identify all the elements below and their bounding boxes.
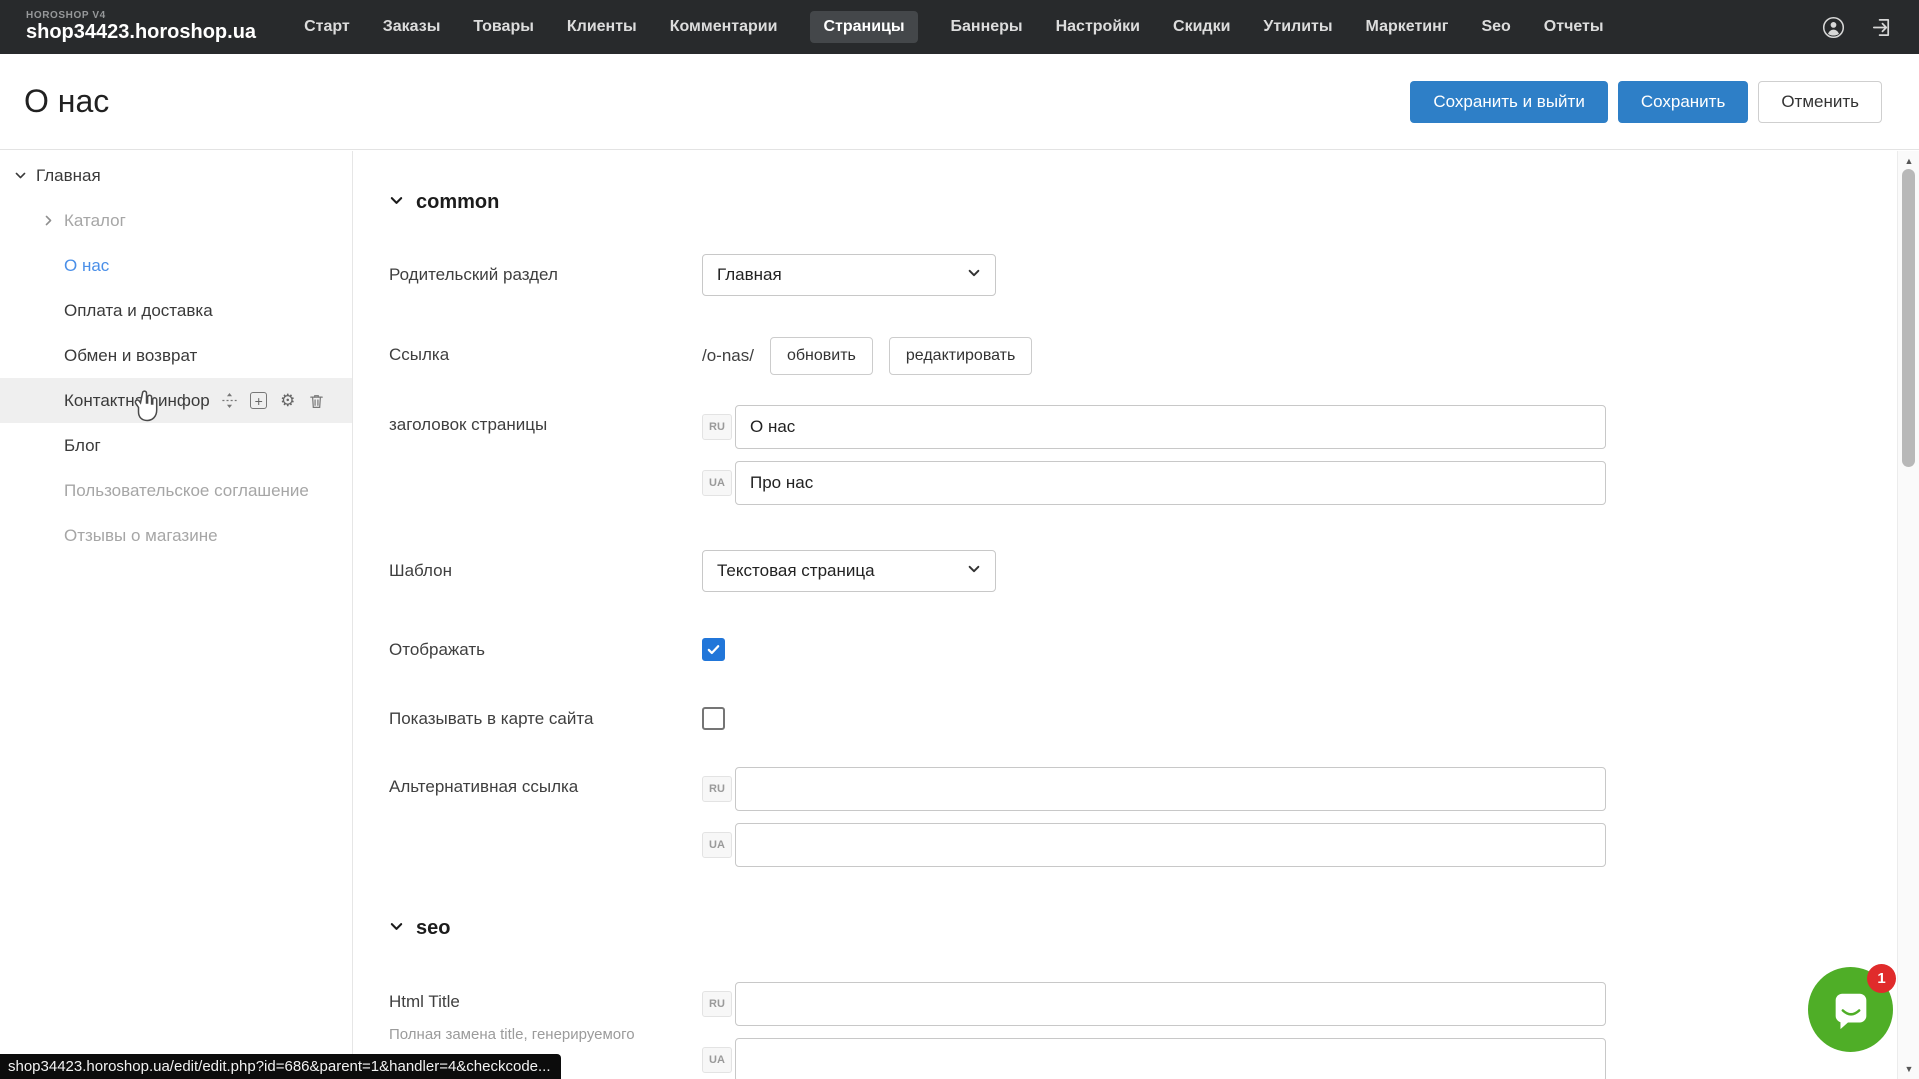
template-value: Текстовая страница: [717, 561, 875, 581]
menu-item-discounts[interactable]: Скидки: [1173, 11, 1230, 43]
sidebar-item-label: Обмен и возврат: [64, 346, 197, 366]
scroll-up-arrow-icon[interactable]: ▲: [1898, 153, 1919, 169]
lang-ru-badge: RU: [702, 414, 732, 440]
delete-trash-icon[interactable]: [307, 391, 327, 411]
page-title-ua-input[interactable]: [735, 461, 1606, 505]
template-select[interactable]: Текстовая страница: [702, 550, 996, 592]
scroll-down-arrow-icon[interactable]: ▼: [1898, 1061, 1919, 1077]
sidebar-item-label: Отзывы о магазине: [64, 526, 218, 546]
template-label: Шаблон: [389, 561, 702, 581]
menu-item-start[interactable]: Старт: [304, 11, 350, 43]
scrollbar-thumb[interactable]: [1902, 169, 1915, 467]
sidebar-item-oplata-i-dostavka[interactable]: Оплата и доставка: [0, 288, 352, 333]
sidebar-item-label: Контактная инфор: [64, 391, 210, 411]
parent-section-select[interactable]: Главная: [702, 254, 996, 296]
cancel-button[interactable]: Отменить: [1758, 81, 1882, 123]
lang-ua-badge: UA: [702, 832, 732, 858]
sitemap-label: Показывать в карте сайта: [389, 709, 702, 729]
html-title-label: Html Title Полная замена title, генериру…: [389, 982, 702, 1043]
chat-bubble-icon: [1828, 987, 1874, 1033]
save-button[interactable]: Сохранить: [1618, 81, 1748, 123]
link-preview-status-bar: shop34423.horoshop.ua/edit/edit.php?id=6…: [0, 1054, 561, 1079]
top-navigation-bar: HOROSHOP V4 shop34423.horoshop.ua Старт …: [0, 0, 1919, 54]
lang-ua-badge: UA: [702, 1047, 732, 1073]
section-common-title: common: [416, 191, 499, 214]
alt-link-ru-input[interactable]: [735, 767, 1606, 811]
lang-ua-badge: UA: [702, 470, 732, 496]
menu-item-orders[interactable]: Заказы: [383, 11, 441, 43]
move-icon[interactable]: [220, 391, 240, 411]
link-label: Ссылка: [389, 345, 702, 365]
menu-item-comments[interactable]: Комментарии: [670, 11, 778, 43]
link-update-button[interactable]: обновить: [770, 337, 873, 375]
chevron-right-icon[interactable]: [40, 214, 56, 227]
parent-section-value: Главная: [717, 265, 782, 285]
page-title-label: заголовок страницы: [389, 405, 702, 435]
page-header: О нас Сохранить и выйти Сохранить Отмени…: [0, 54, 1919, 150]
sidebar-item-label: Оплата и доставка: [64, 301, 213, 321]
sidebar-item-katalog[interactable]: Каталог: [0, 198, 352, 243]
sidebar-item-label: Каталог: [64, 211, 126, 231]
menu-item-pages[interactable]: Страницы: [810, 11, 917, 43]
menu-item-seo[interactable]: Seo: [1481, 11, 1510, 43]
menu-item-settings[interactable]: Настройки: [1056, 11, 1140, 43]
html-title-ru-input[interactable]: [735, 982, 1606, 1026]
settings-gear-icon[interactable]: ⚙: [278, 391, 298, 411]
html-title-ua-input[interactable]: [735, 1038, 1606, 1079]
page-title-ru-input[interactable]: [735, 405, 1606, 449]
sidebar-item-blog[interactable]: Блог: [0, 423, 352, 468]
sidebar-item-o-nas[interactable]: О нас: [0, 243, 352, 288]
section-seo-header[interactable]: seo: [389, 917, 1897, 940]
alt-link-label: Альтернативная ссылка: [389, 767, 702, 797]
link-edit-button[interactable]: редактировать: [889, 337, 1032, 375]
display-checkbox[interactable]: [702, 638, 725, 661]
chevron-down-icon: [389, 193, 404, 213]
section-seo-title: seo: [416, 917, 450, 940]
chevron-down-icon: [967, 265, 981, 285]
chat-widget-button[interactable]: 1: [1808, 967, 1893, 1052]
sidebar-item-label: О нас: [64, 256, 109, 276]
save-and-exit-button[interactable]: Сохранить и выйти: [1410, 81, 1607, 123]
header-buttons: Сохранить и выйти Сохранить Отменить: [1410, 81, 1882, 123]
add-page-icon[interactable]: +: [249, 391, 269, 411]
topbar-icons: [1821, 15, 1893, 39]
sidebar-item-obmen-i-vozvrat[interactable]: Обмен и возврат: [0, 333, 352, 378]
sitemap-checkbox[interactable]: [702, 707, 725, 730]
chevron-down-icon[interactable]: [12, 169, 28, 182]
brand-domain-label: shop34423.horoshop.ua: [26, 22, 256, 43]
shop-logo[interactable]: HOROSHOP V4 shop34423.horoshop.ua: [26, 11, 256, 43]
menu-item-marketing[interactable]: Маркетинг: [1366, 11, 1449, 43]
page-edit-form: common Родительский раздел Главная Ссылк…: [354, 151, 1897, 1079]
vertical-scrollbar[interactable]: ▲ ▼: [1897, 151, 1919, 1079]
logout-icon[interactable]: [1869, 15, 1893, 39]
sidebar-item-kontaktnaya-informatsiya[interactable]: Контактная инфор + ⚙: [0, 378, 352, 423]
main-menu: Старт Заказы Товары Клиенты Комментарии …: [304, 11, 1603, 43]
html-title-hint: Полная замена title, генерируемого: [389, 1026, 679, 1043]
menu-item-products[interactable]: Товары: [473, 11, 534, 43]
sidebar-item-otzyvy-o-magazine[interactable]: Отзывы о магазине: [0, 513, 352, 558]
alt-link-ua-input[interactable]: [735, 823, 1606, 867]
menu-item-banners[interactable]: Баннеры: [951, 11, 1023, 43]
menu-item-reports[interactable]: Отчеты: [1544, 11, 1604, 43]
lang-ru-badge: RU: [702, 991, 732, 1017]
pages-tree-sidebar: Главная Каталог О нас Оплата и доставка …: [0, 151, 353, 1079]
link-path-value: /o-nas/: [702, 346, 754, 366]
chevron-down-icon: [389, 919, 404, 939]
page-title: О нас: [24, 83, 109, 120]
lang-ru-badge: RU: [702, 776, 732, 802]
sidebar-item-label: Блог: [64, 436, 101, 456]
parent-section-label: Родительский раздел: [389, 265, 702, 285]
chat-unread-badge: 1: [1867, 964, 1896, 993]
sidebar-item-polzovatelskoe-soglashenie[interactable]: Пользовательское соглашение: [0, 468, 352, 513]
sidebar-item-glavnaya[interactable]: Главная: [0, 153, 352, 198]
display-label: Отображать: [389, 640, 702, 660]
chevron-down-icon: [967, 561, 981, 581]
sidebar-item-label: Главная: [36, 166, 101, 186]
account-icon[interactable]: [1821, 15, 1845, 39]
section-common-header[interactable]: common: [389, 191, 1897, 214]
tree-item-actions: + ⚙: [220, 391, 327, 411]
sidebar-item-label: Пользовательское соглашение: [64, 481, 309, 501]
menu-item-clients[interactable]: Клиенты: [567, 11, 637, 43]
menu-item-utilities[interactable]: Утилиты: [1263, 11, 1332, 43]
